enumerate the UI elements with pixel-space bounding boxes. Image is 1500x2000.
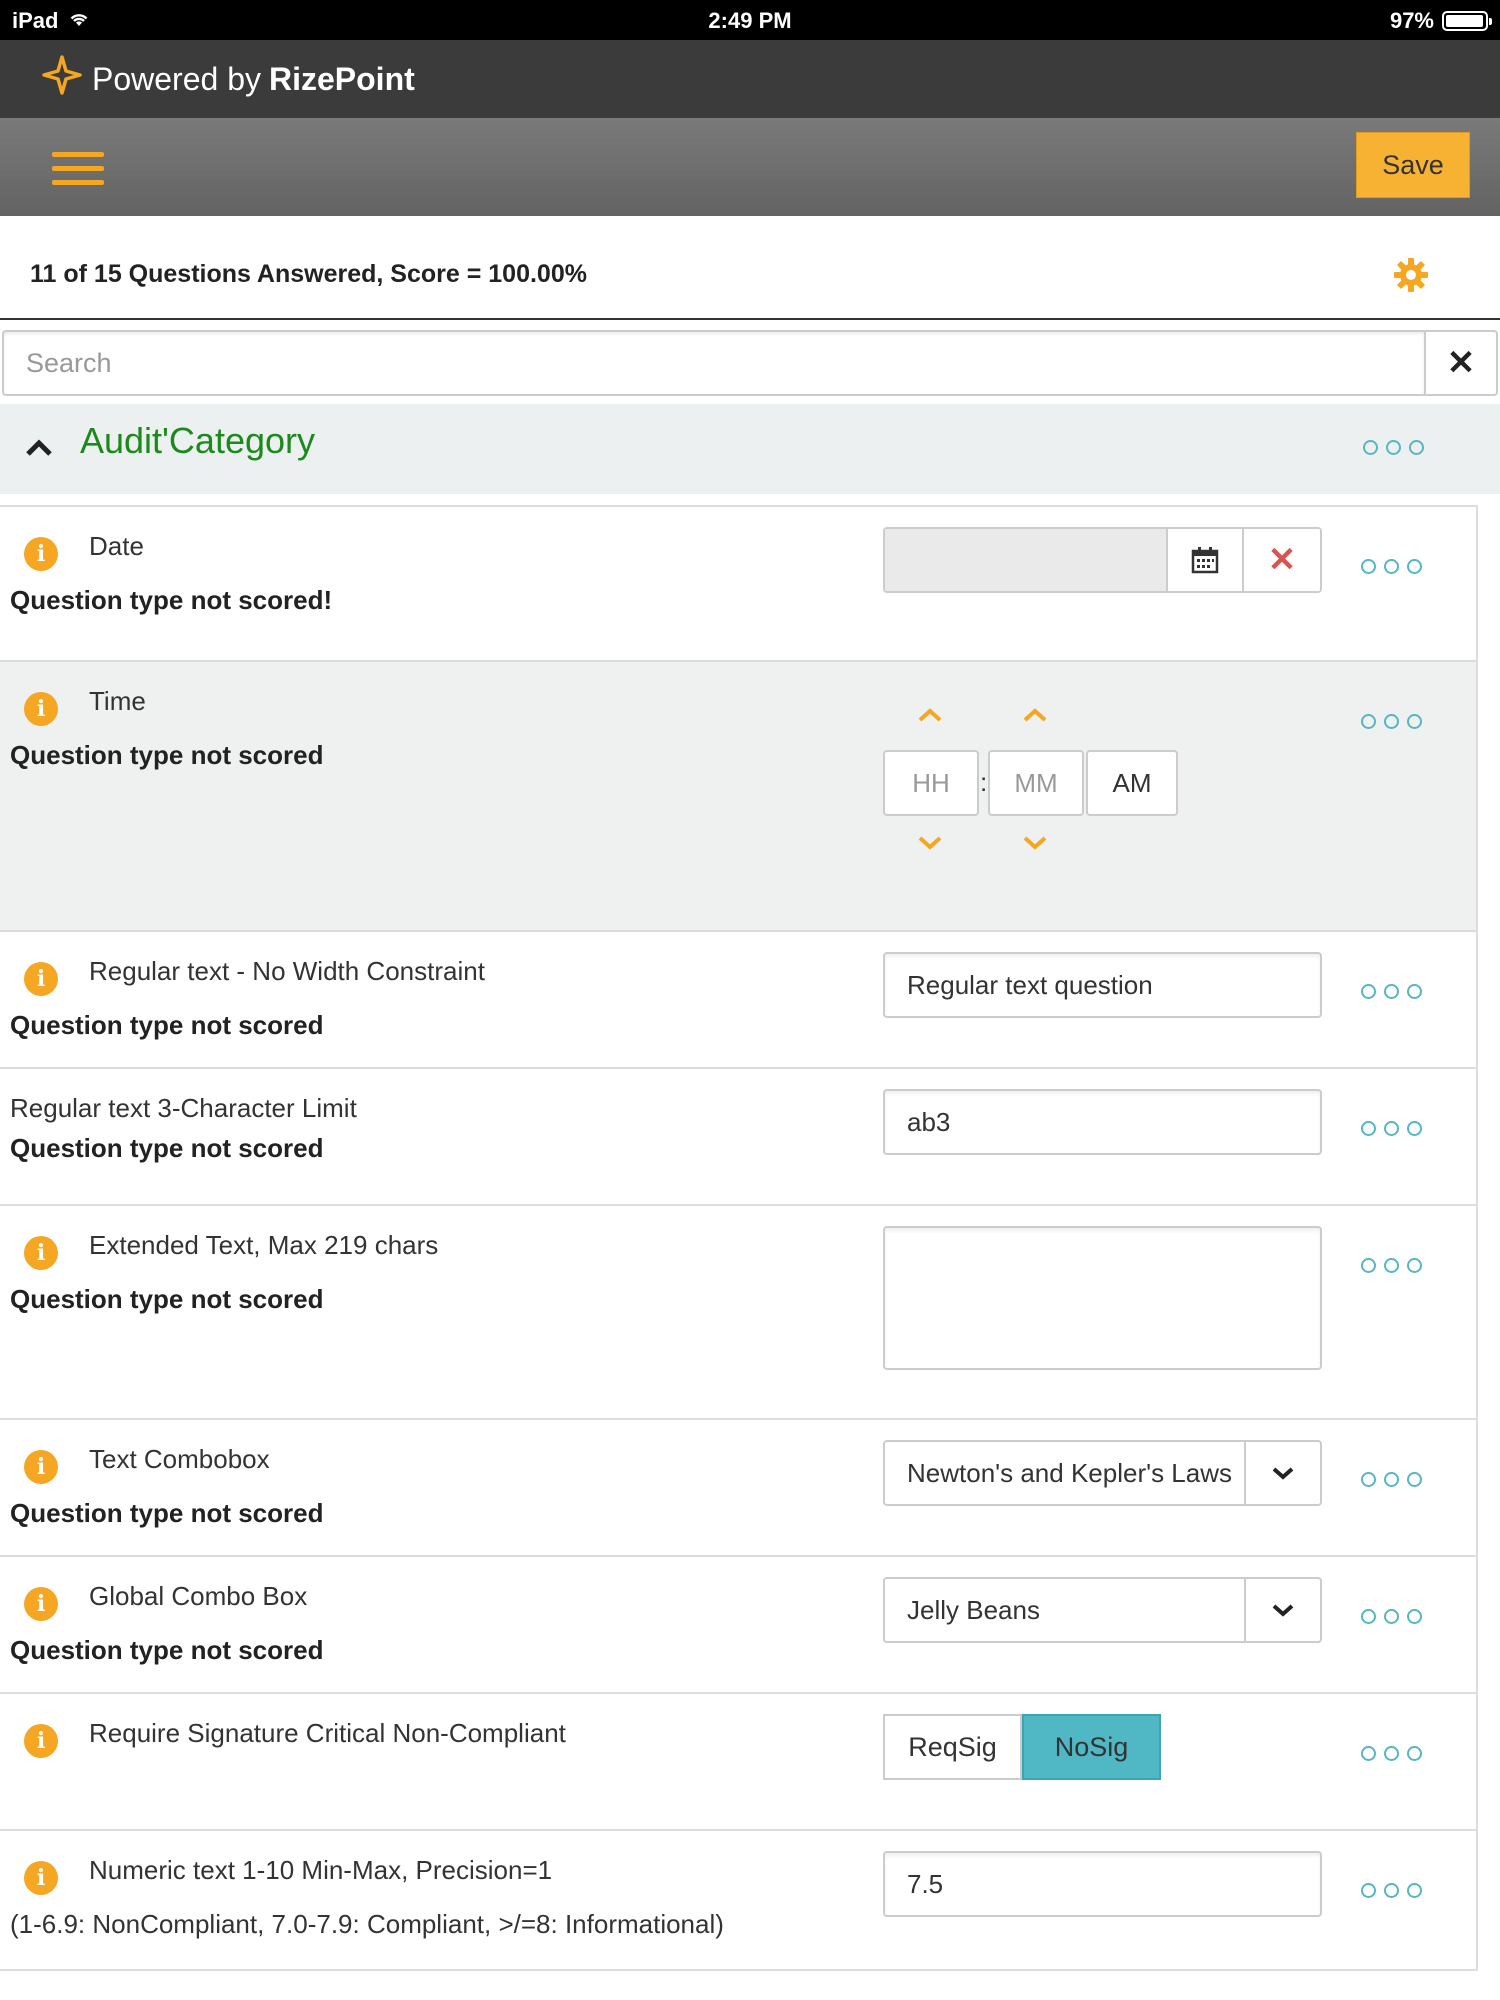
minute-up-icon[interactable] — [1022, 706, 1048, 729]
brand-name: RizePoint — [268, 60, 415, 97]
question-note: Question type not scored — [10, 1133, 324, 1163]
question-require-signature: i Require Signature Critical Non-Complia… — [0, 1694, 1476, 1831]
more-options-icon[interactable] — [1361, 714, 1422, 729]
signature-toggle-group: ReqSig NoSig — [883, 1714, 1161, 1780]
combobox-value[interactable]: Newton's and Kepler's Laws — [885, 1442, 1244, 1504]
question-note: Question type not scored — [10, 1010, 324, 1040]
question-note: Question type not scored — [10, 1284, 324, 1314]
question-note: (1-6.9: NonCompliant, 7.0-7.9: Compliant… — [10, 1909, 724, 1939]
minute-input[interactable]: MM — [988, 750, 1084, 816]
hour-up-icon[interactable] — [917, 706, 943, 729]
date-picker: ✕ — [883, 527, 1322, 593]
question-label: Require Signature Critical Non-Compliant — [89, 1718, 566, 1748]
answered-summary: 11 of 15 Questions Answered, Score = 100… — [30, 260, 587, 288]
question-label: Numeric text 1-10 Min-Max, Precision=1 — [89, 1855, 553, 1885]
question-note: Question type not scored — [10, 740, 324, 770]
more-options-icon[interactable] — [1361, 1472, 1422, 1487]
hour-input[interactable]: HH — [883, 750, 979, 816]
text-input[interactable] — [883, 952, 1322, 1018]
battery-percent: 97% — [1389, 8, 1434, 33]
question-global-combobox: i Global Combo Box Question type not sco… — [0, 1557, 1476, 1694]
question-note: Question type not scored — [10, 1498, 324, 1528]
more-options-icon[interactable] — [1361, 1258, 1422, 1273]
date-input[interactable] — [885, 529, 1168, 591]
question-list: i Date Question type not scored! ✕ i Tim… — [0, 505, 1478, 1971]
search-input[interactable] — [2, 330, 1424, 396]
hour-down-icon[interactable] — [917, 834, 943, 857]
status-right: 97% — [1389, 8, 1492, 34]
clear-date-button[interactable]: ✕ — [1244, 529, 1320, 591]
question-extended-text: i Extended Text, Max 219 chars Question … — [0, 1206, 1476, 1420]
question-label: Global Combo Box — [89, 1581, 308, 1611]
info-icon[interactable]: i — [24, 1236, 58, 1270]
rizepoint-logo-icon — [42, 55, 82, 103]
ios-status-bar: iPad 2:49 PM 97% — [0, 0, 1500, 40]
question-note: Question type not scored! — [10, 585, 333, 615]
battery-icon — [1442, 11, 1492, 31]
search-row: ✕ — [0, 330, 1500, 396]
combobox[interactable]: Newton's and Kepler's Laws — [883, 1440, 1322, 1506]
brand-bar: Powered by RizePoint — [0, 40, 1500, 118]
nosig-option[interactable]: NoSig — [1022, 1714, 1161, 1780]
close-icon: ✕ — [1267, 541, 1297, 579]
toolbar: Save — [0, 118, 1500, 216]
question-3char-text: Regular text 3-Character Limit Question … — [0, 1069, 1476, 1206]
more-options-icon[interactable] — [1361, 1883, 1422, 1898]
question-label: Extended Text, Max 219 chars — [89, 1230, 439, 1260]
question-note: Question type not scored — [10, 1635, 324, 1665]
numeric-input[interactable] — [883, 1851, 1322, 1917]
combobox[interactable]: Jelly Beans — [883, 1577, 1322, 1643]
extended-text-area[interactable] — [883, 1226, 1322, 1370]
question-label: Regular text - No Width Constraint — [89, 956, 485, 986]
more-options-icon[interactable] — [1361, 1609, 1422, 1624]
question-time: i Time Question type not scored HH : MM … — [0, 662, 1476, 932]
ampm-toggle[interactable]: AM — [1086, 750, 1178, 816]
info-icon[interactable]: i — [24, 1861, 58, 1895]
info-icon[interactable]: i — [24, 1450, 58, 1484]
chevron-down-icon[interactable] — [1244, 1442, 1320, 1504]
question-label: Text Combobox — [89, 1444, 270, 1474]
minute-down-icon[interactable] — [1022, 834, 1048, 857]
calendar-icon — [1191, 547, 1219, 574]
reqsig-option[interactable]: ReqSig — [883, 1714, 1022, 1780]
calendar-button[interactable] — [1168, 529, 1244, 591]
info-icon[interactable]: i — [24, 962, 58, 996]
info-icon[interactable]: i — [24, 537, 58, 571]
more-options-icon[interactable] — [1361, 1746, 1422, 1761]
more-options-icon[interactable] — [1361, 559, 1422, 574]
status-time: 2:49 PM — [708, 8, 792, 33]
gear-icon[interactable] — [1392, 256, 1430, 299]
info-icon[interactable]: i — [24, 692, 58, 726]
question-date: i Date Question type not scored! ✕ — [0, 507, 1476, 662]
text-input[interactable] — [883, 1089, 1322, 1155]
more-options-icon[interactable] — [1363, 440, 1424, 455]
time-separator: : — [980, 767, 988, 797]
chevron-down-icon[interactable] — [1244, 1579, 1320, 1641]
more-options-icon[interactable] — [1361, 984, 1422, 999]
question-text-combobox: i Text Combobox Question type not scored… — [0, 1420, 1476, 1557]
question-label: Regular text 3-Character Limit — [10, 1093, 357, 1123]
brand-prefix: Powered by — [92, 60, 261, 97]
close-icon: ✕ — [1446, 344, 1476, 382]
chevron-up-icon[interactable] — [24, 436, 54, 463]
question-label: Time — [89, 686, 146, 716]
question-numeric: i Numeric text 1-10 Min-Max, Precision=1… — [0, 1831, 1476, 1971]
info-icon[interactable]: i — [24, 1724, 58, 1758]
hamburger-menu-icon[interactable] — [52, 152, 104, 186]
category-title: Audit'Category — [80, 420, 316, 461]
question-label: Date — [89, 531, 144, 561]
summary-bar: 11 of 15 Questions Answered, Score = 100… — [0, 216, 1500, 320]
search-clear-button[interactable]: ✕ — [1424, 330, 1498, 396]
question-regular-text: i Regular text - No Width Constraint Que… — [0, 932, 1476, 1069]
save-button[interactable]: Save — [1356, 132, 1470, 198]
more-options-icon[interactable] — [1361, 1121, 1422, 1136]
info-icon[interactable]: i — [24, 1587, 58, 1621]
combobox-value[interactable]: Jelly Beans — [885, 1579, 1244, 1641]
category-header[interactable]: Audit'Category — [0, 404, 1500, 494]
